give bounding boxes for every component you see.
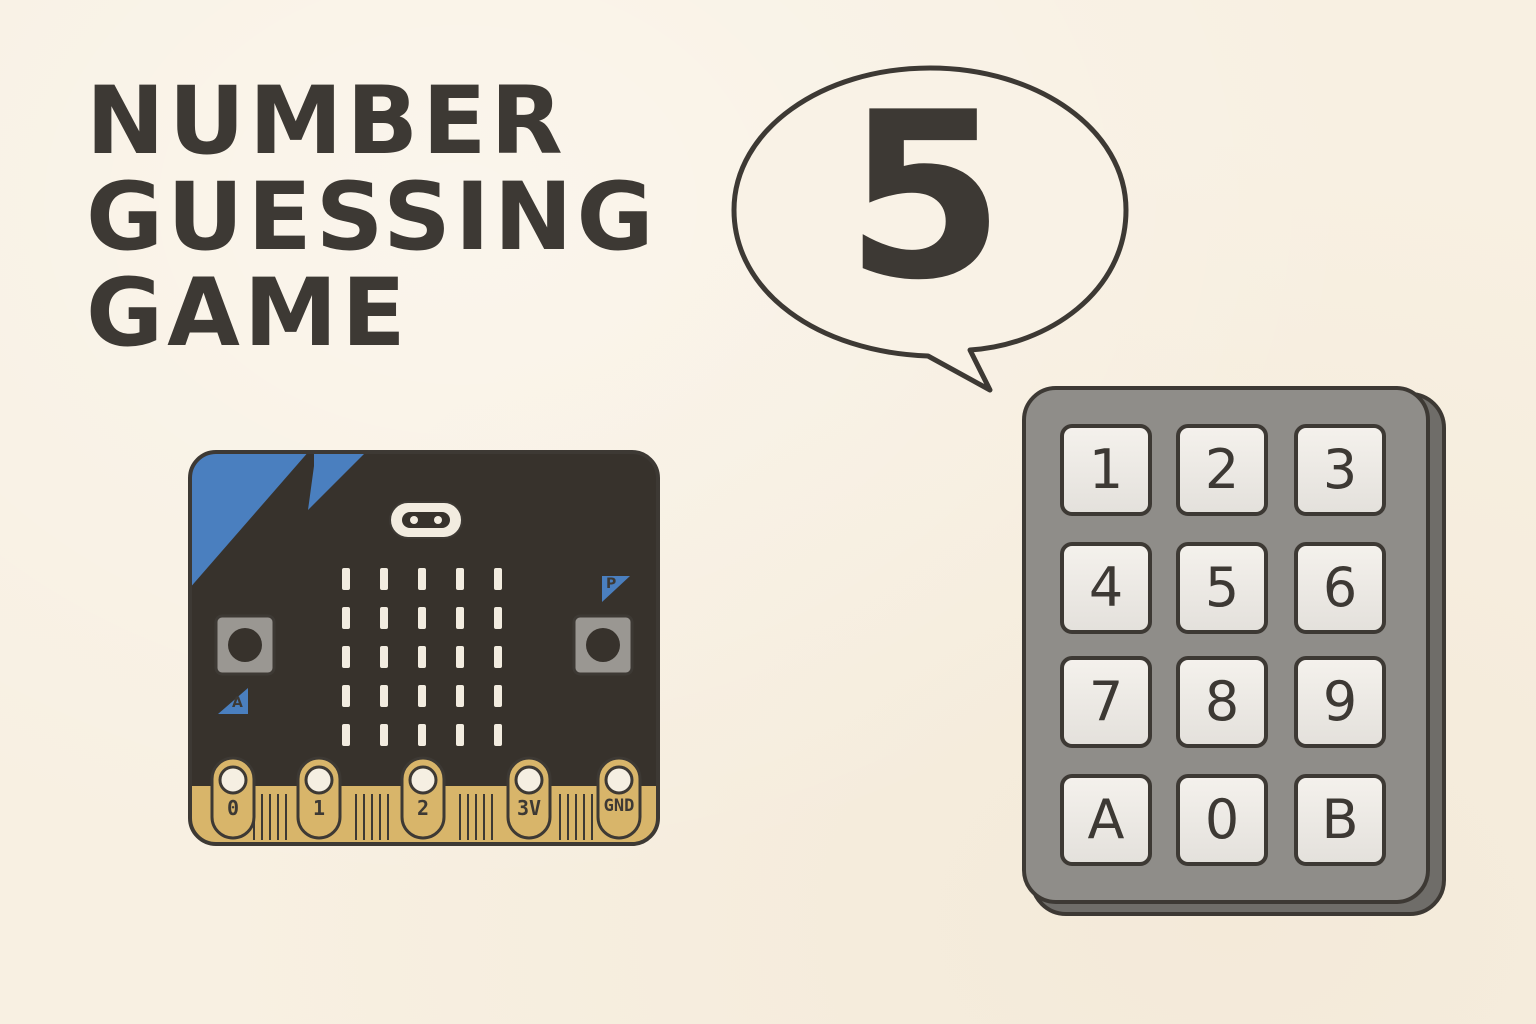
illustration-canvas: NUMBER GUESSING GAME 5 A P 0 1 2 3V GND …: [0, 0, 1536, 1024]
key-6[interactable]: 6: [1294, 542, 1386, 634]
key-3[interactable]: 3: [1294, 424, 1386, 516]
pin-label-0: 0: [226, 796, 240, 820]
key-2[interactable]: 2: [1176, 424, 1268, 516]
title-line-1: NUMBER: [86, 67, 567, 176]
key-5[interactable]: 5: [1176, 542, 1268, 634]
key-1[interactable]: 1: [1060, 424, 1152, 516]
key-a[interactable]: A: [1060, 774, 1152, 866]
microbit-board: A P 0 1 2 3V GND: [188, 450, 660, 846]
pin-label-3v: 3V: [516, 796, 542, 820]
key-7[interactable]: 7: [1060, 656, 1152, 748]
button-b-label: P: [606, 576, 617, 592]
title-line-3: GAME: [86, 259, 410, 368]
microbit-drawing: [188, 450, 660, 846]
key-0[interactable]: 0: [1176, 774, 1268, 866]
pin-label-gnd: GND: [603, 796, 635, 816]
guessed-number: 5: [844, 64, 1006, 331]
button-a-label: A: [232, 695, 243, 711]
key-b[interactable]: B: [1294, 774, 1386, 866]
key-9[interactable]: 9: [1294, 656, 1386, 748]
title-line-2: GUESSING: [86, 163, 658, 272]
pin-label-1: 1: [312, 796, 326, 820]
microbit-logo: [389, 501, 463, 539]
keypad: 1 2 3 4 5 6 7 8 9 A 0 B: [1022, 386, 1448, 918]
page-title: NUMBER GUESSING GAME: [86, 67, 658, 368]
key-4[interactable]: 4: [1060, 542, 1152, 634]
pin-label-2: 2: [416, 796, 430, 820]
key-8[interactable]: 8: [1176, 656, 1268, 748]
